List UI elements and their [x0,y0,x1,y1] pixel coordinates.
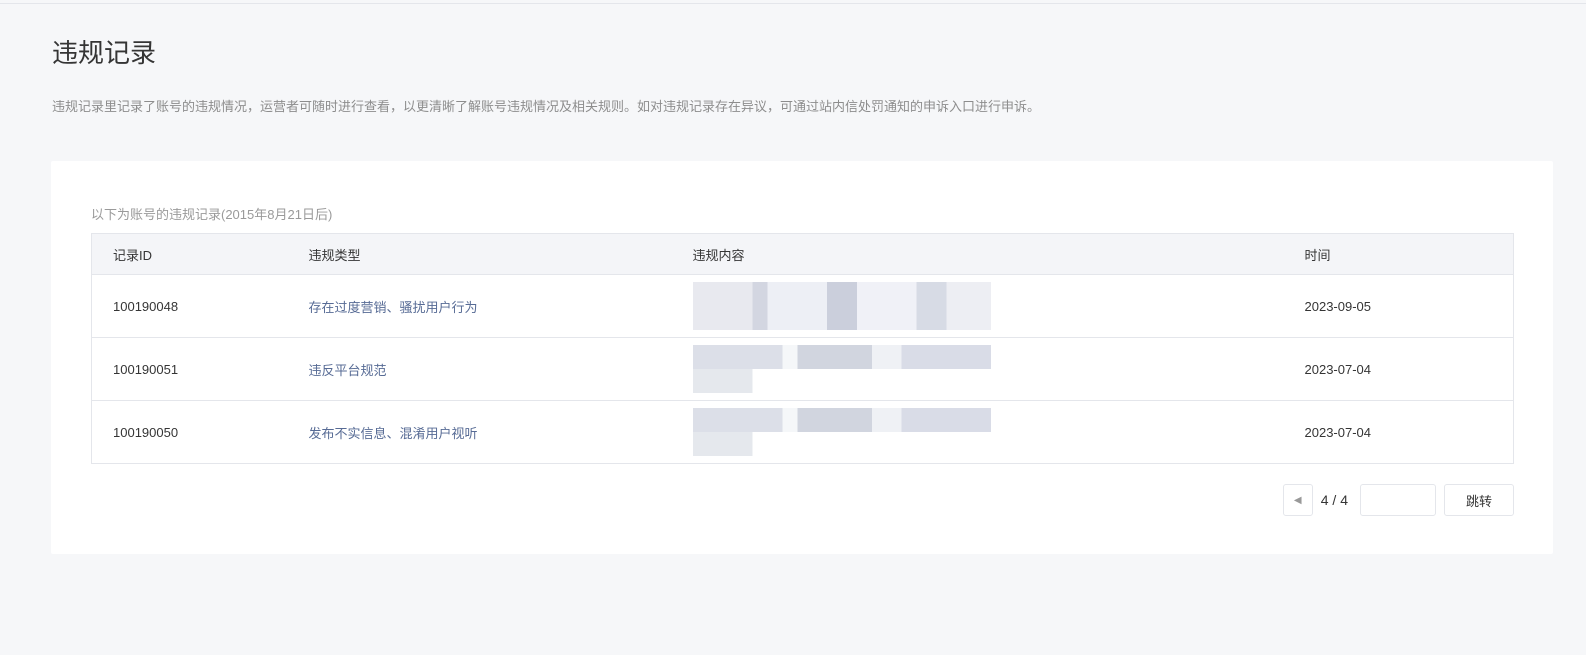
jump-button[interactable]: 跳转 [1444,484,1514,516]
records-card: 以下为账号的违规记录(2015年8月21日后) 记录ID 违规类型 违规内容 时… [51,161,1553,554]
table-row: 100190050 发布不实信息、混淆用户视听 2023-07-04 [91,400,1514,464]
record-time: 2023-07-04 [1304,337,1514,401]
table-header: 记录ID 违规类型 违规内容 时间 [91,233,1514,275]
page-description: 违规记录里记录了账号的违规情况，运营者可随时进行查看，以更清晰了解账号违规情况及… [52,99,1041,114]
pagination: ◀ 4 / 4 跳转 [1282,484,1514,516]
col-id: 记录ID [91,233,309,275]
blurred-content [692,408,991,456]
table-row: 100190048 存在过度营销、骚扰用户行为 2023-09-05 [91,274,1514,338]
caret-left-icon: ◀ [1293,494,1302,506]
blurred-content [692,282,991,330]
violation-table: 记录ID 违规类型 违规内容 时间 100190048 存在过度营销、骚扰用户行… [91,233,1514,464]
page-jump-input[interactable] [1360,484,1436,516]
record-time: 2023-09-05 [1304,274,1514,338]
prev-page-button[interactable]: ◀ [1282,484,1313,516]
page-indicator: 4 / 4 [1320,492,1348,508]
violation-type: 违反平台规范 [308,337,693,401]
col-content: 违规内容 [692,233,1305,275]
violation-type: 发布不实信息、混淆用户视听 [308,400,693,464]
records-subtitle: 以下为账号的违规记录(2015年8月21日后) [91,207,333,222]
violation-type: 存在过度营销、骚扰用户行为 [308,274,693,338]
blurred-content [692,345,991,393]
col-time: 时间 [1304,233,1514,275]
col-type: 违规类型 [308,233,693,275]
top-divider [0,3,1586,4]
record-id: 100190048 [91,274,309,338]
record-time: 2023-07-04 [1304,400,1514,464]
table-row: 100190051 违反平台规范 2023-07-04 [91,337,1514,401]
record-id: 100190050 [91,400,309,464]
record-id: 100190051 [91,337,309,401]
page-title: 违规记录 [52,38,157,68]
